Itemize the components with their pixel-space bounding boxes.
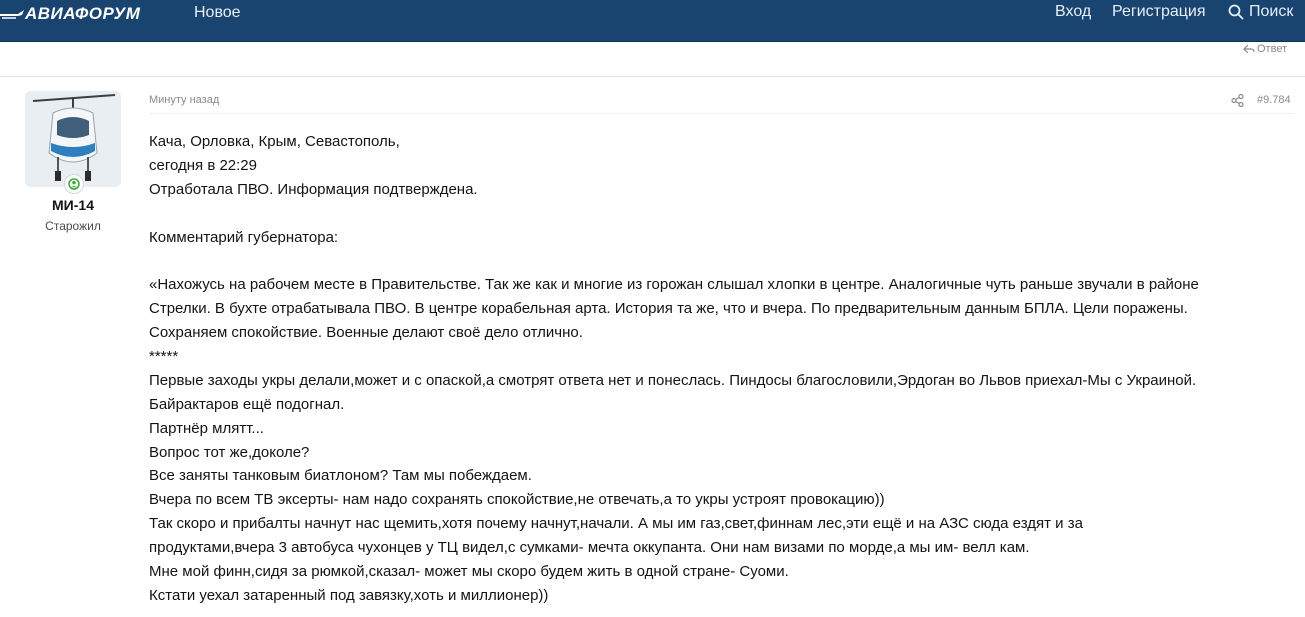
site-logo-text: АВИАФОРУМ xyxy=(25,4,141,23)
section-divider xyxy=(0,76,1305,77)
share-icon xyxy=(1231,93,1244,108)
reply-label: Ответ xyxy=(1257,43,1288,55)
search-label: Поиск xyxy=(1249,3,1294,20)
post-line: Байрактаров ещё подогнал. xyxy=(149,395,345,413)
reply-button[interactable]: Ответ xyxy=(1243,43,1287,55)
post-line: Сохраняем спокойствие. Военные делают св… xyxy=(149,324,583,342)
login-link[interactable]: Вход xyxy=(1055,3,1091,21)
search-button[interactable]: Поиск xyxy=(1228,3,1293,21)
post-line: Все заняты танковым биатлоном? Там мы по… xyxy=(149,467,532,485)
post-line: Отработала ПВО. Информация подтверждена. xyxy=(149,180,478,198)
post-line: продуктами,вчера 3 автобуса чухонцев у Т… xyxy=(149,539,1030,557)
post-header-divider xyxy=(149,113,1294,114)
post-body: Кача, Орловка, Крым, Севастополь, сегодн… xyxy=(149,130,1299,608)
plane-logo-icon xyxy=(0,10,24,19)
post-line: Комментарий губернатора: xyxy=(149,228,339,246)
nav-new-link[interactable]: Новое xyxy=(194,4,241,22)
user-online-icon xyxy=(68,178,80,190)
post-line: Кстати уехал затаренный под завязку,хоть… xyxy=(149,586,549,604)
post-line: Вопрос тот же,доколе? xyxy=(149,443,310,461)
post-line: сегодня в 22:29 xyxy=(149,156,257,174)
reply-icon xyxy=(1243,44,1255,54)
online-badge-icon xyxy=(64,174,84,194)
search-icon xyxy=(1228,4,1244,20)
post-number-link[interactable]: #9.784 xyxy=(1257,94,1291,106)
share-button[interactable] xyxy=(1231,93,1244,112)
post-line: Вчера по всем ТВ эксерты- нам надо сохра… xyxy=(149,491,885,509)
top-navigation-bar: АВИАФОРУМ Новое Вход Регистрация Поиск xyxy=(0,0,1305,42)
post-line xyxy=(149,202,1299,226)
register-link[interactable]: Регистрация xyxy=(1112,3,1206,21)
post-line: «Нахожусь на рабочем месте в Правительст… xyxy=(149,276,1199,294)
post-timestamp[interactable]: Минуту назад xyxy=(149,94,219,106)
post-line: Первые заходы укры делали,может и с опас… xyxy=(149,371,1197,389)
helicopter-avatar xyxy=(25,91,121,187)
post-line: Кача, Орловка, Крым, Севастополь, xyxy=(149,133,400,150)
post-line: Стрелки. В бухте отрабатывала ПВО. В цен… xyxy=(149,300,1188,318)
username[interactable]: МИ-14 xyxy=(25,197,121,213)
user-title: Старожил xyxy=(45,219,101,233)
post-line: Мне мой финн,сидя за рюмкой,сказал- може… xyxy=(149,563,789,581)
post-line: ***** xyxy=(149,348,179,366)
post-line: Партнёр млятт... xyxy=(149,419,264,437)
site-logo[interactable]: АВИАФОРУМ xyxy=(0,4,140,24)
user-avatar[interactable] xyxy=(25,91,121,187)
post-line xyxy=(149,249,1299,273)
post-line: Так скоро и прибалты начнут нас щемить,х… xyxy=(149,515,1083,533)
